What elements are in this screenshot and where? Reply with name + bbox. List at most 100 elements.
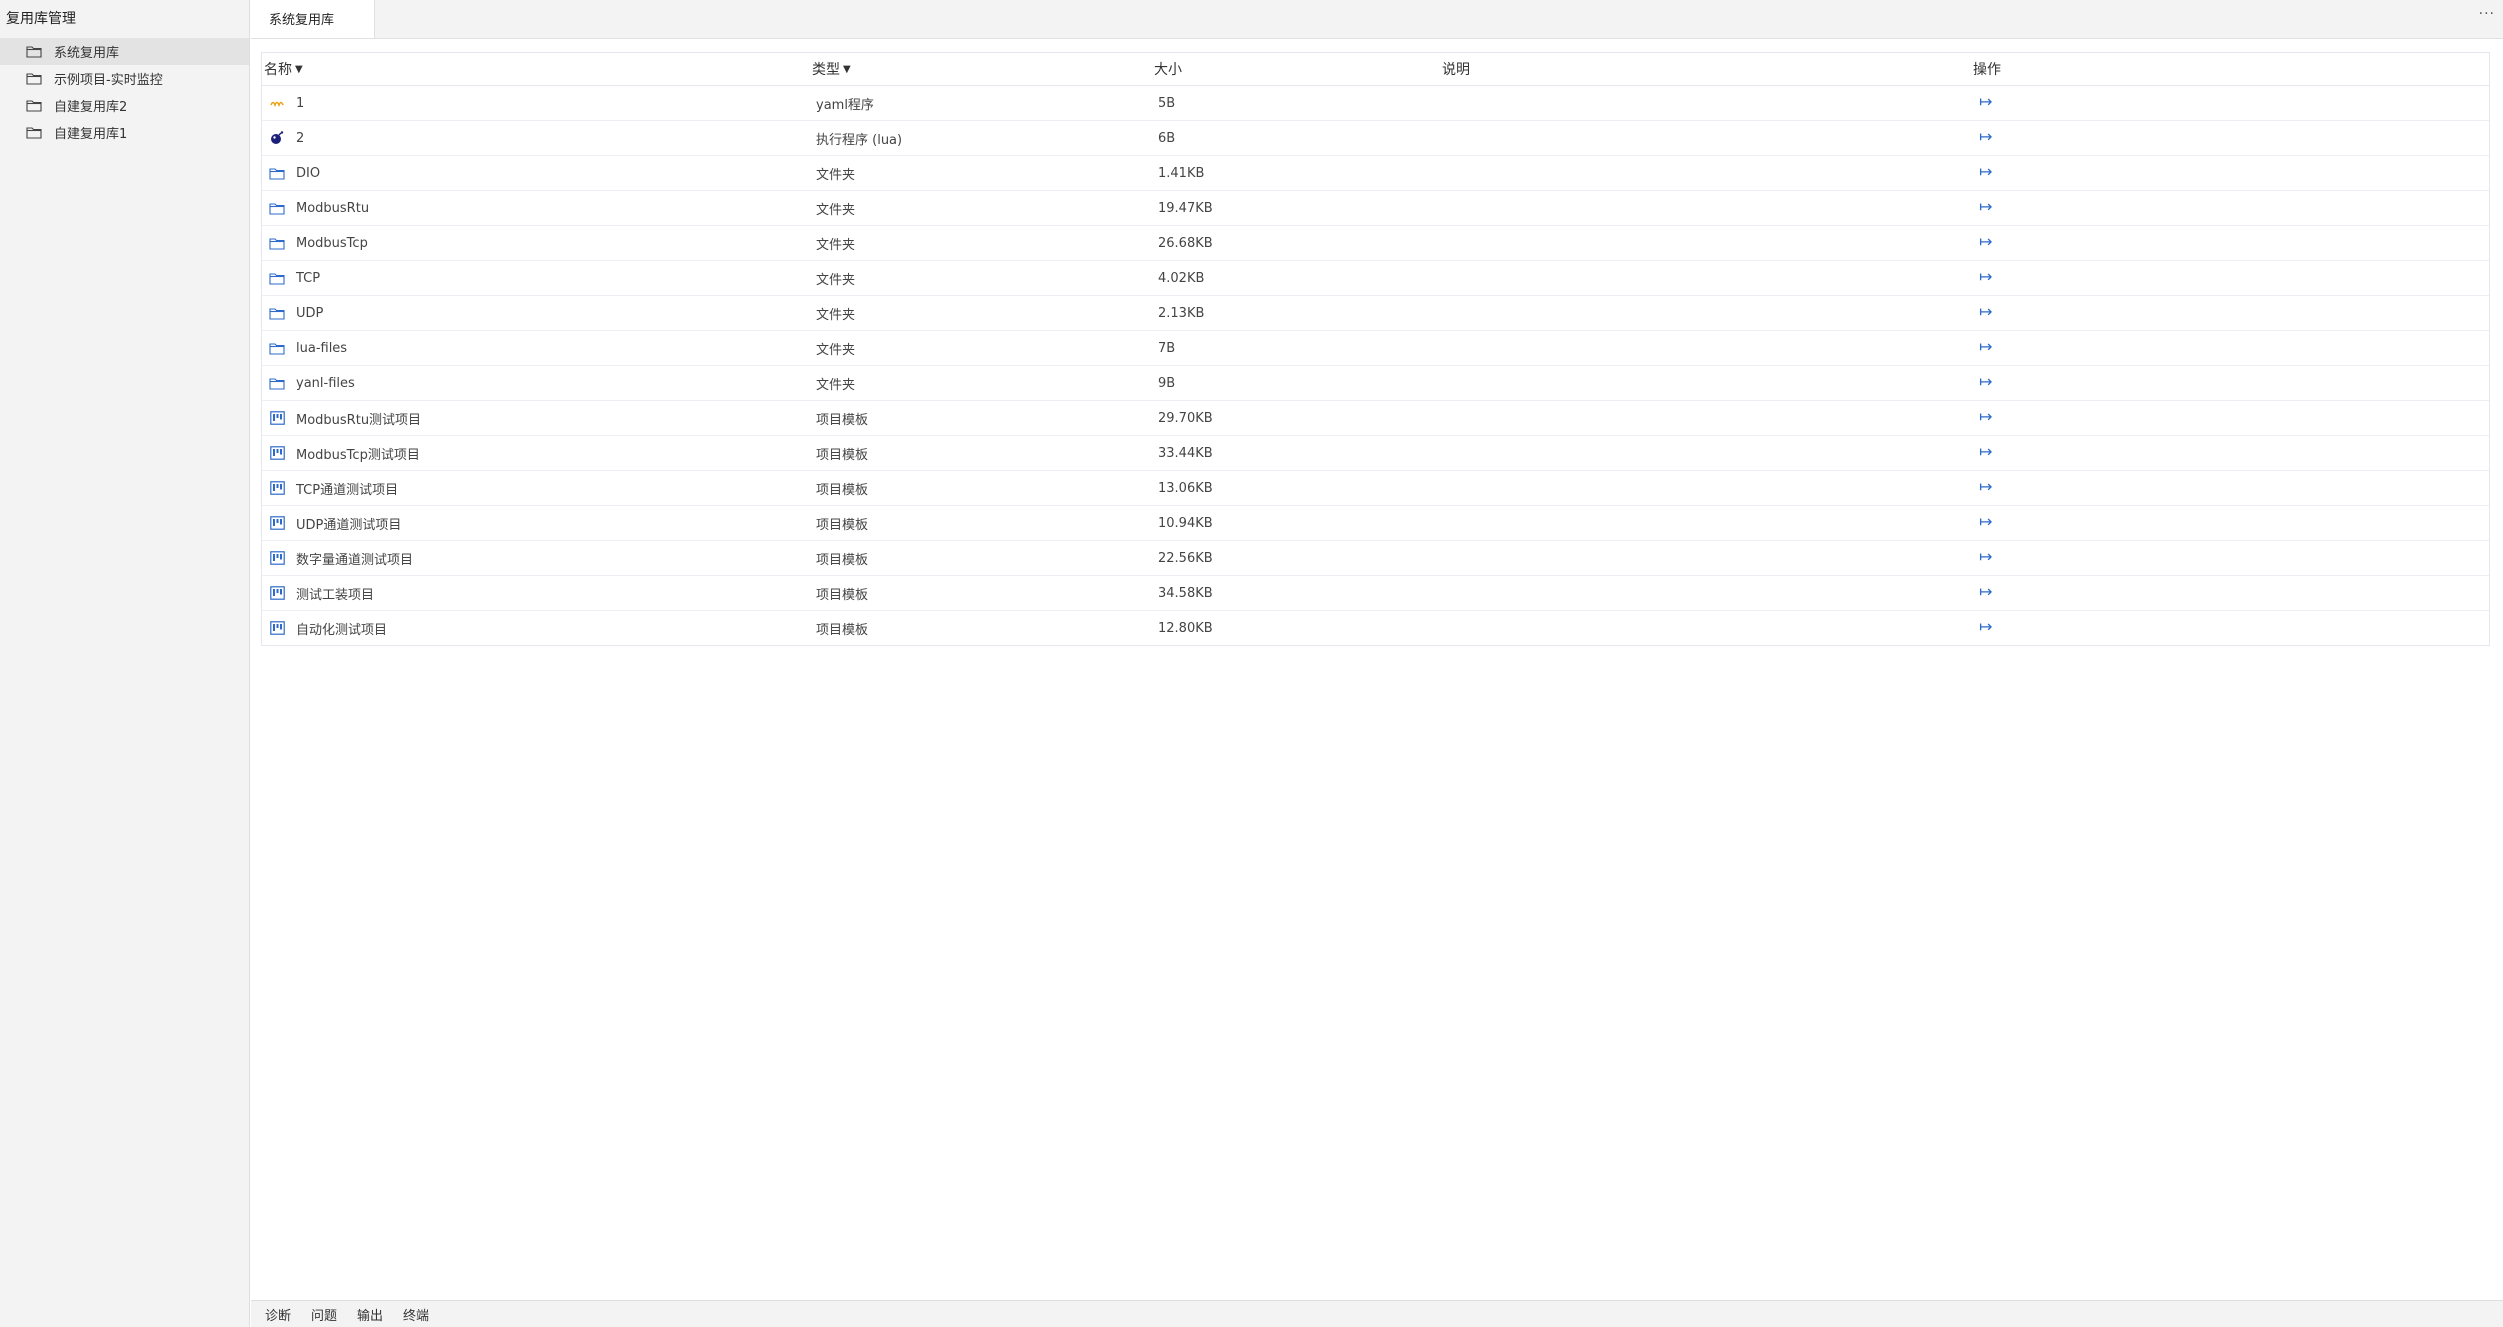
cell-size: 26.68KB (1158, 235, 1213, 251)
table-row[interactable]: 1 yaml程序 5B ↦ (262, 86, 2489, 121)
cell-size: 4.02KB (1158, 270, 1205, 286)
row-name[interactable]: lua-files (296, 341, 347, 356)
cell-size: 12.80KB (1158, 620, 1213, 636)
row-name[interactable]: 2 (296, 131, 304, 146)
cell-size: 33.44KB (1158, 445, 1213, 461)
header-desc: 说明 (1442, 59, 1967, 79)
sidebar-item[interactable]: 自建复用库1 (0, 119, 249, 146)
table-row[interactable]: ModbusTcp测试项目 项目模板 33.44KB ↦ (262, 436, 2489, 471)
sidebar-item[interactable]: 自建复用库2 (0, 92, 249, 119)
sidebar-item[interactable]: 示例项目-实时监控 (0, 65, 249, 92)
row-name[interactable]: yanl-files (296, 376, 355, 391)
table-row[interactable]: 自动化测试项目 项目模板 12.80KB ↦ (262, 611, 2489, 645)
template-icon (268, 549, 286, 567)
cell-type: 项目模板 (816, 517, 869, 533)
cell-name: yanl-files (262, 374, 812, 392)
bottom-tab-problems[interactable]: 问题 (311, 1305, 337, 1324)
cell-name: DIO (262, 164, 812, 182)
cell-type: 项目模板 (816, 622, 869, 638)
sidebar-item[interactable]: 系统复用库 (0, 38, 249, 65)
cell-type: 项目模板 (816, 447, 869, 463)
row-name[interactable]: ModbusRtu (296, 201, 369, 216)
import-arrow-icon[interactable]: ↦ (1979, 127, 1992, 146)
table-row[interactable]: 数字量通道测试项目 项目模板 22.56KB ↦ (262, 541, 2489, 576)
import-arrow-icon[interactable]: ↦ (1979, 197, 1992, 216)
folder-outline-icon (26, 100, 42, 112)
table-row[interactable]: ModbusRtu测试项目 项目模板 29.70KB ↦ (262, 401, 2489, 436)
import-arrow-icon[interactable]: ↦ (1979, 442, 1992, 461)
import-arrow-icon[interactable]: ↦ (1979, 372, 1992, 391)
table-row[interactable]: UDP通道测试项目 项目模板 10.94KB ↦ (262, 506, 2489, 541)
cell-size: 9B (1158, 375, 1176, 391)
folder-outline-icon (26, 46, 42, 58)
cell-name: UDP通道测试项目 (262, 514, 812, 533)
row-name[interactable]: DIO (296, 166, 320, 181)
table-header: 名称 ▼ 类型 ▼ 大小 说明 操作 (262, 53, 2489, 86)
import-arrow-icon[interactable]: ↦ (1979, 302, 1992, 321)
import-arrow-icon[interactable]: ↦ (1979, 232, 1992, 251)
table-row[interactable]: DIO 文件夹 1.41KB ↦ (262, 156, 2489, 191)
table-row[interactable]: TCP 文件夹 4.02KB ↦ (262, 261, 2489, 296)
table-row[interactable]: UDP 文件夹 2.13KB ↦ (262, 296, 2489, 331)
import-arrow-icon[interactable]: ↦ (1979, 407, 1992, 426)
import-arrow-icon[interactable]: ↦ (1979, 267, 1992, 286)
sidebar-item-label: 系统复用库 (54, 46, 120, 61)
import-arrow-icon[interactable]: ↦ (1979, 547, 1992, 566)
import-arrow-icon[interactable]: ↦ (1979, 162, 1992, 181)
cell-size: 19.47KB (1158, 200, 1213, 216)
import-arrow-icon[interactable]: ↦ (1979, 512, 1992, 531)
table-row[interactable]: ModbusRtu 文件夹 19.47KB ↦ (262, 191, 2489, 226)
folder-icon (268, 269, 286, 287)
row-name[interactable]: UDP (296, 306, 323, 321)
table-row[interactable]: TCP通道测试项目 项目模板 13.06KB ↦ (262, 471, 2489, 506)
header-op-label: 操作 (1973, 62, 2001, 78)
cell-size: 10.94KB (1158, 515, 1213, 531)
header-name[interactable]: 名称 ▼ (262, 59, 812, 79)
import-arrow-icon[interactable]: ↦ (1979, 477, 1992, 496)
import-arrow-icon[interactable]: ↦ (1979, 582, 1992, 601)
cell-op: ↦ (1967, 162, 2489, 181)
row-name[interactable]: 自动化测试项目 (296, 619, 387, 638)
import-arrow-icon[interactable]: ↦ (1979, 337, 1992, 356)
sort-down-icon[interactable]: ▼ (843, 64, 851, 75)
folder-icon (268, 234, 286, 252)
bottom-tab-output[interactable]: 输出 (357, 1305, 383, 1324)
sidebar: 复用库管理 系统复用库 示例项目-实时监控 自建复用库2 自建复用库1 (0, 0, 250, 1327)
row-name[interactable]: ModbusTcp测试项目 (296, 444, 420, 463)
cell-type: 项目模板 (816, 482, 869, 498)
row-name[interactable]: TCP通道测试项目 (296, 479, 398, 498)
more-options-button[interactable]: ··· (2479, 6, 2495, 22)
row-name[interactable]: ModbusTcp (296, 236, 368, 251)
cell-op: ↦ (1967, 372, 2489, 391)
cell-name: ModbusRtu (262, 199, 812, 217)
row-name[interactable]: UDP通道测试项目 (296, 514, 401, 533)
folder-icon (268, 374, 286, 392)
bottom-tab-terminal[interactable]: 终端 (403, 1305, 429, 1324)
header-type[interactable]: 类型 ▼ (812, 59, 1154, 79)
folder-outline-icon (26, 127, 42, 139)
row-name[interactable]: ModbusRtu测试项目 (296, 409, 421, 428)
row-name[interactable]: TCP (296, 271, 320, 286)
template-icon (268, 584, 286, 602)
import-arrow-icon[interactable]: ↦ (1979, 92, 1992, 111)
row-name[interactable]: 1 (296, 96, 304, 111)
lua-bomb-icon (268, 129, 286, 147)
table-row[interactable]: 2 执行程序 (lua) 6B ↦ (262, 121, 2489, 156)
table-row[interactable]: lua-files 文件夹 7B ↦ (262, 331, 2489, 366)
cell-op: ↦ (1967, 232, 2489, 251)
sort-down-icon[interactable]: ▼ (295, 64, 303, 75)
cell-name: UDP (262, 304, 812, 322)
tab-system-library[interactable]: 系统复用库 (251, 0, 375, 38)
row-name[interactable]: 测试工装项目 (296, 584, 374, 603)
yaml-icon (268, 94, 286, 112)
table-row[interactable]: ModbusTcp 文件夹 26.68KB ↦ (262, 226, 2489, 261)
bottom-tab-diagnostics[interactable]: 诊断 (265, 1305, 291, 1324)
import-arrow-icon[interactable]: ↦ (1979, 617, 1992, 636)
header-desc-label: 说明 (1442, 62, 1470, 78)
row-name[interactable]: 数字量通道测试项目 (296, 549, 413, 568)
table-row[interactable]: 测试工装项目 项目模板 34.58KB ↦ (262, 576, 2489, 611)
table-row[interactable]: yanl-files 文件夹 9B ↦ (262, 366, 2489, 401)
cell-size: 34.58KB (1158, 585, 1213, 601)
cell-size: 5B (1158, 95, 1176, 111)
cell-type: 执行程序 (lua) (816, 132, 903, 148)
